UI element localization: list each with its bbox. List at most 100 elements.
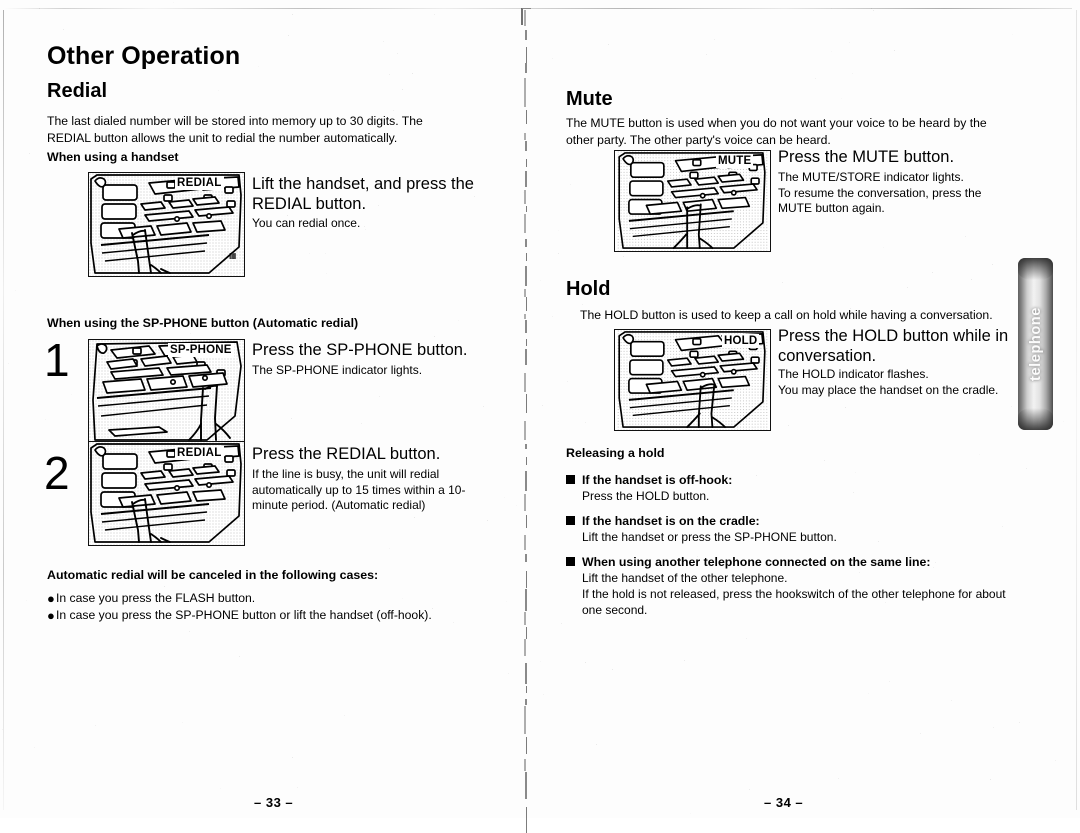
scan-speckle: [402, 89, 403, 90]
scan-speckle: [458, 320, 459, 321]
list-item-label: In case you press the FLASH button.: [56, 590, 255, 607]
side-index-tab-telephone[interactable]: telephone: [1018, 258, 1053, 430]
scan-speckle: [815, 78, 816, 79]
scan-speckle: [742, 198, 743, 199]
scan-speckle: [325, 253, 326, 254]
scan-speckle: [178, 274, 179, 275]
scan-speckle: [870, 198, 871, 199]
scan-speckle: [270, 325, 271, 326]
scan-speckle: [1055, 760, 1056, 761]
scan-speckle: [645, 567, 646, 568]
bullet-dot-icon: ●: [47, 590, 56, 607]
scan-speckle: [1035, 338, 1036, 339]
list-item-heading: If the handset is on the cradle:: [566, 513, 1016, 529]
scan-speckle: [45, 419, 46, 420]
scan-speckle: [915, 126, 916, 127]
scan-speckle: [26, 600, 27, 601]
scan-speckle: [220, 788, 221, 789]
illustration-label-mute: MUTE: [716, 154, 753, 168]
list-item: If the handset is off-hook: Press the HO…: [566, 472, 1016, 504]
scan-speckle: [483, 406, 484, 407]
scan-speckle: [508, 673, 509, 674]
scan-speckle: [516, 505, 517, 506]
scan-speckle: [623, 256, 624, 257]
square-bullet-icon: [566, 557, 575, 566]
scan-speckle: [552, 58, 553, 59]
scan-speckle: [558, 230, 559, 231]
scan-speckle: [297, 787, 298, 788]
scan-speckle: [852, 73, 853, 74]
scan-speckle: [540, 661, 541, 662]
scan-speckle: [288, 35, 289, 36]
scan-speckle: [697, 556, 698, 557]
scan-speckle: [474, 196, 475, 197]
square-bullet-icon: [566, 475, 575, 484]
scan-speckle: [641, 480, 642, 481]
scan-speckle: [760, 423, 761, 424]
list-item-body: Press the HOLD button.: [582, 488, 1016, 504]
scan-speckle: [291, 418, 292, 419]
cancel-cases-title: Automatic redial will be canceled in the…: [47, 568, 378, 582]
subsection-title-spphone: When using the SP-PHONE button (Automati…: [47, 316, 358, 330]
scan-speckle: [567, 381, 568, 382]
scan-speckle: [164, 448, 165, 449]
list-item-head-label: When using another telephone connected o…: [582, 554, 930, 570]
illustration-label-redial-2: REDIAL: [175, 446, 224, 460]
hold-intro-paragraph: The HOLD button is used to keep a call o…: [580, 307, 1020, 324]
scan-speckle: [990, 779, 991, 780]
scan-speckle: [487, 520, 488, 521]
scan-speckle: [871, 8, 872, 9]
scan-speckle: [303, 474, 304, 475]
instruction-redial-handset: Lift the handset, and press the REDIAL b…: [252, 174, 482, 214]
scan-speckle: [955, 182, 956, 183]
scan-speckle: [95, 725, 96, 726]
scan-speckle: [389, 548, 390, 549]
side-index-tab-label: telephone: [1028, 307, 1044, 381]
note-redial-handset: You can redial once.: [252, 216, 482, 232]
scan-speckle: [612, 669, 613, 670]
step-number-2: 2: [44, 450, 70, 496]
scan-speckle: [583, 450, 584, 451]
note-hold: The HOLD indicator flashes. You may plac…: [778, 367, 1016, 398]
scan-speckle: [714, 39, 715, 40]
scan-speckle: [150, 573, 151, 574]
page-number-left: – 33 –: [254, 795, 293, 810]
scan-speckle: [951, 700, 952, 701]
scan-speckle: [894, 50, 895, 51]
scan-speckle: [850, 308, 851, 309]
scan-speckle: [907, 340, 908, 341]
list-item-heading: When using another telephone connected o…: [566, 554, 1016, 570]
scan-speckle: [798, 156, 799, 157]
illustration-label-redial-1: REDIAL: [175, 176, 224, 190]
scan-speckle: [758, 336, 759, 337]
scan-speckle: [29, 153, 30, 154]
scan-speckle: [402, 598, 403, 599]
scan-speckle: [841, 98, 842, 99]
scan-speckle: [979, 454, 980, 455]
scan-speckle: [965, 236, 966, 237]
redial-intro-paragraph: The last dialed number will be stored in…: [47, 113, 465, 146]
scan-speckle: [190, 333, 191, 334]
scan-speckle: [379, 396, 380, 397]
scan-speckle: [344, 715, 345, 716]
scan-speckle: [1019, 722, 1020, 723]
scan-speckle: [1011, 406, 1012, 407]
scan-speckle: [753, 427, 754, 428]
scan-speckle: [382, 120, 383, 121]
scan-speckle: [713, 419, 714, 420]
scan-speckle: [258, 66, 259, 67]
scan-speckle: [393, 110, 394, 111]
scan-speckle: [971, 279, 972, 280]
scan-speckle: [838, 778, 839, 779]
bullet-dot-icon: ●: [47, 607, 56, 624]
scan-speckle: [397, 53, 398, 54]
scan-speckle: [211, 393, 212, 394]
list-item-head-label: If the handset is off-hook:: [582, 472, 732, 488]
scan-speckle: [749, 789, 750, 790]
scan-speckle: [453, 622, 454, 623]
scan-speckle: [935, 562, 936, 563]
scan-speckle: [810, 370, 811, 371]
instruction-step-2: Press the REDIAL button.: [252, 444, 492, 464]
scan-speckle: [506, 601, 507, 602]
scan-speckle: [423, 189, 424, 190]
